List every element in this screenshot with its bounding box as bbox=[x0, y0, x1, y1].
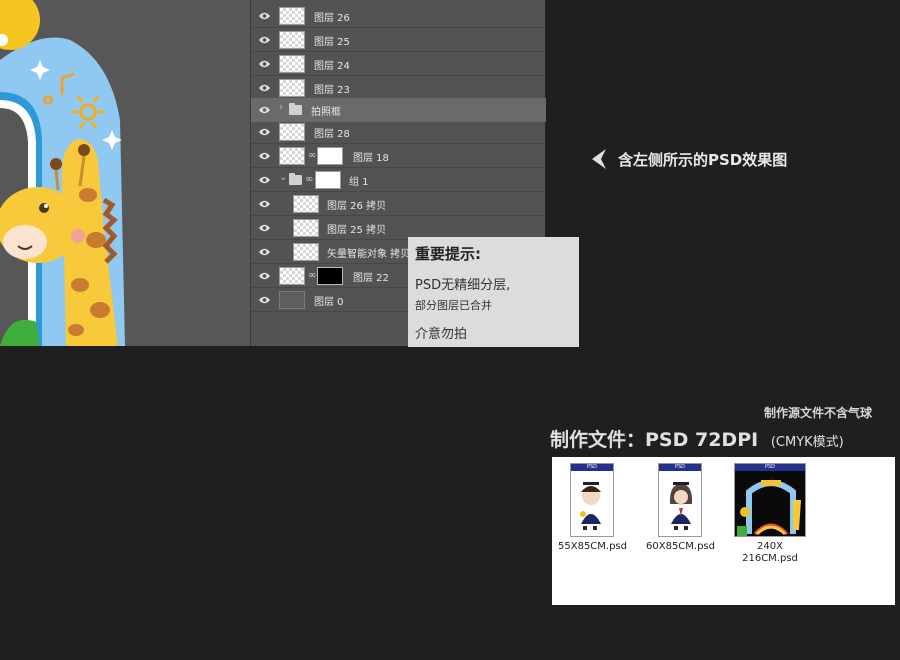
file-item[interactable]: PSD 55X85CM.psd bbox=[558, 463, 627, 553]
folder-icon bbox=[289, 103, 302, 115]
file-item[interactable]: PSD 240X 216CM.psd bbox=[728, 463, 812, 565]
layer-name: 图层 28 bbox=[314, 129, 350, 140]
eye-icon[interactable] bbox=[258, 246, 271, 258]
layer-name: 图层 26 拷贝 bbox=[327, 201, 387, 212]
psd-file-icon: PSD bbox=[658, 463, 702, 537]
effect-caption: 含左侧所示的PSD效果图 bbox=[590, 148, 787, 170]
file-format-main: 制作文件：PSD 72DPI bbox=[550, 429, 759, 451]
file-name: 60X85CM.psd bbox=[646, 541, 715, 552]
file-name: 55X85CM.psd bbox=[558, 541, 627, 552]
layer-thumbnail bbox=[279, 147, 305, 165]
file-list: PSD 55X85CM.psd PSD 60X85CM.psd PSD 240X… bbox=[552, 457, 895, 605]
layer-thumbnail bbox=[279, 7, 305, 25]
notice-title: 重要提示: bbox=[415, 245, 481, 263]
file-type-band: PSD bbox=[571, 464, 613, 471]
layer-row[interactable]: ⌄ ∞ 组 1 bbox=[251, 168, 546, 192]
layer-row[interactable]: 图层 26 bbox=[251, 4, 546, 28]
eye-icon[interactable] bbox=[258, 58, 271, 70]
layer-mask bbox=[317, 267, 343, 285]
chain-icon: ∞ bbox=[308, 150, 317, 161]
psd-file-icon: PSD bbox=[570, 463, 614, 537]
layer-row[interactable]: ∞ 图层 18 bbox=[251, 144, 546, 168]
file-type-band: PSD bbox=[659, 464, 701, 471]
layer-thumbnail bbox=[279, 55, 305, 73]
chain-icon: ∞ bbox=[308, 270, 317, 281]
eye-icon[interactable] bbox=[258, 174, 271, 186]
layer-name: 图层 0 bbox=[314, 297, 344, 308]
file-item[interactable]: PSD 60X85CM.psd bbox=[646, 463, 715, 553]
folder-icon bbox=[289, 173, 302, 185]
balloon-note: 制作源文件不含气球 bbox=[763, 406, 872, 420]
file-name-line: 216CM.psd bbox=[742, 553, 798, 564]
layer-name: 图层 25 拷贝 bbox=[327, 225, 387, 236]
layer-thumbnail bbox=[293, 219, 319, 237]
important-notice: 重要提示: PSD无精细分层, 部分图层已合并 介意勿拍 bbox=[408, 237, 579, 347]
layer-name: 图层 22 bbox=[353, 273, 389, 284]
notice-line: 部分图层已合并 bbox=[415, 299, 492, 312]
layer-name: 拍照框 bbox=[311, 107, 341, 118]
layer-thumbnail bbox=[279, 79, 305, 97]
layer-name: 图层 18 bbox=[353, 153, 389, 164]
layer-row[interactable]: 图层 25 bbox=[251, 28, 546, 52]
eye-icon[interactable] bbox=[258, 126, 271, 138]
graduate-thumbnail bbox=[580, 482, 601, 530]
layer-name: 图层 24 bbox=[314, 61, 350, 72]
notice-line: 介意勿拍 bbox=[415, 327, 468, 342]
eye-icon[interactable] bbox=[258, 198, 271, 210]
notice-line: PSD无精细分层, bbox=[415, 278, 511, 293]
graduate-thumbnail bbox=[669, 482, 693, 530]
file-format-info: 制作文件：PSD 72DPI (CMYK模式) bbox=[550, 425, 844, 452]
layer-row[interactable]: 图层 28 bbox=[251, 120, 546, 144]
layer-thumbnail bbox=[279, 123, 305, 141]
layer-mask bbox=[315, 171, 341, 189]
layer-row[interactable]: 图层 24 bbox=[251, 52, 546, 76]
file-name: 240X 216CM.psd bbox=[728, 541, 812, 565]
layer-row[interactable]: 图层 23 bbox=[251, 76, 546, 100]
layer-row[interactable]: 图层 26 拷贝 bbox=[251, 192, 546, 216]
eye-icon[interactable] bbox=[258, 222, 271, 234]
file-name-line: 240X bbox=[757, 541, 783, 552]
chevron-right-icon[interactable]: › bbox=[279, 102, 283, 113]
file-type-band: PSD bbox=[735, 464, 805, 471]
layer-thumbnail bbox=[279, 267, 305, 285]
psd-file-icon: PSD bbox=[734, 463, 806, 537]
eye-icon[interactable] bbox=[258, 294, 271, 306]
effect-caption-text: 含左侧所示的PSD效果图 bbox=[618, 150, 788, 169]
layer-thumbnail bbox=[293, 195, 319, 213]
artwork-canvas bbox=[0, 0, 250, 346]
layer-thumbnail bbox=[279, 31, 305, 49]
eye-icon[interactable] bbox=[258, 34, 271, 46]
photo-frame-thumbnail bbox=[735, 471, 805, 536]
artwork-illustration bbox=[0, 0, 250, 346]
layer-name: 矢量智能对象 拷贝 bbox=[327, 249, 411, 260]
arrow-left-icon bbox=[592, 149, 606, 169]
layer-row-selected[interactable]: › 拍照框 bbox=[251, 98, 546, 122]
chain-icon: ∞ bbox=[305, 174, 314, 185]
layer-thumbnail bbox=[293, 243, 319, 261]
layer-name: 组 1 bbox=[349, 177, 369, 188]
eye-icon[interactable] bbox=[258, 150, 271, 162]
eye-icon[interactable] bbox=[258, 104, 271, 116]
layer-name: 图层 26 bbox=[314, 13, 350, 24]
layer-thumbnail bbox=[279, 291, 305, 309]
eye-icon[interactable] bbox=[258, 10, 271, 22]
eye-icon[interactable] bbox=[258, 82, 271, 94]
layer-mask bbox=[317, 147, 343, 165]
eye-icon[interactable] bbox=[258, 270, 271, 282]
layer-name: 图层 25 bbox=[314, 37, 350, 48]
layer-name: 图层 23 bbox=[314, 85, 350, 96]
chevron-down-icon[interactable]: ⌄ bbox=[279, 172, 287, 183]
file-format-mode: (CMYK模式) bbox=[770, 435, 844, 450]
